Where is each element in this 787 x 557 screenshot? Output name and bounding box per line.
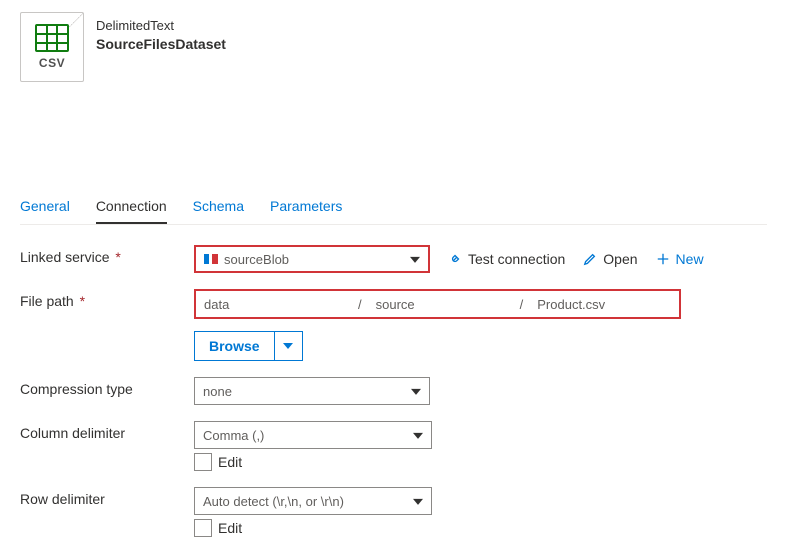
chevron-down-icon	[283, 343, 293, 349]
storage-icon	[204, 254, 218, 264]
required-asterisk: *	[115, 249, 120, 265]
label-file-path: File path *	[20, 289, 194, 309]
chevron-down-icon	[413, 499, 423, 505]
test-connection-button[interactable]: Test connection	[448, 251, 565, 267]
dataset-type: DelimitedText	[96, 18, 226, 33]
chevron-down-icon	[411, 389, 421, 395]
label-column-delimiter: Column delimiter	[20, 421, 194, 441]
row-delimiter-edit-label: Edit	[218, 520, 242, 536]
row-compression-type: Compression type none	[20, 377, 767, 405]
plus-icon	[656, 252, 670, 266]
folder-input[interactable]	[368, 291, 514, 317]
open-label: Open	[603, 251, 637, 267]
column-delimiter-edit-checkbox[interactable]	[194, 453, 212, 471]
label-row-delimiter: Row delimiter	[20, 487, 194, 507]
controls-linked-service: sourceBlob Test connection Open New	[194, 245, 767, 273]
plug-icon	[448, 252, 462, 266]
column-delimiter-edit: Edit	[194, 453, 432, 471]
tab-strip: General Connection Schema Parameters	[20, 192, 767, 225]
new-label: New	[676, 251, 704, 267]
csv-file-icon: CSV	[20, 12, 84, 82]
file-input[interactable]	[529, 291, 679, 317]
browse-button[interactable]: Browse	[194, 331, 275, 361]
tab-schema[interactable]: Schema	[193, 192, 244, 224]
row-column-delimiter: Column delimiter Comma (,) Edit	[20, 421, 767, 471]
grid-glyph	[35, 24, 69, 52]
chevron-down-icon	[410, 257, 420, 263]
column-delimiter-dropdown[interactable]: Comma (,)	[194, 421, 432, 449]
browse-group: Browse	[194, 331, 303, 361]
label-linked-service-text: Linked service	[20, 249, 110, 265]
controls-row-delimiter: Auto detect (\r,\n, or \r\n) Edit	[194, 487, 767, 537]
row-delimiter-dropdown[interactable]: Auto detect (\r,\n, or \r\n)	[194, 487, 432, 515]
new-button[interactable]: New	[656, 251, 704, 267]
linked-service-value: sourceBlob	[224, 252, 289, 267]
row-row-delimiter: Row delimiter Auto detect (\r,\n, or \r\…	[20, 487, 767, 537]
row-file-path: File path * / / Browse	[20, 289, 767, 361]
browse-dropdown-button[interactable]	[275, 331, 303, 361]
required-asterisk: *	[80, 293, 85, 309]
label-compression-type: Compression type	[20, 377, 194, 397]
tab-general[interactable]: General	[20, 192, 70, 224]
column-delimiter-stack: Comma (,) Edit	[194, 421, 432, 471]
path-separator: /	[352, 297, 368, 312]
chevron-down-icon	[413, 433, 423, 439]
pencil-icon	[583, 252, 597, 266]
row-linked-service: Linked service * sourceBlob Test connect…	[20, 245, 767, 273]
controls-column-delimiter: Comma (,) Edit	[194, 421, 767, 471]
compression-type-dropdown[interactable]: none	[194, 377, 430, 405]
controls-compression: none	[194, 377, 767, 405]
csv-badge: CSV	[39, 56, 65, 70]
tab-connection[interactable]: Connection	[96, 192, 167, 224]
container-input[interactable]	[196, 291, 352, 317]
row-delimiter-edit-checkbox[interactable]	[194, 519, 212, 537]
label-linked-service: Linked service *	[20, 245, 194, 265]
row-delimiter-stack: Auto detect (\r,\n, or \r\n) Edit	[194, 487, 432, 537]
file-path-group: / /	[194, 289, 681, 319]
linked-service-dropdown[interactable]: sourceBlob	[194, 245, 430, 273]
row-delimiter-edit: Edit	[194, 519, 432, 537]
test-connection-label: Test connection	[468, 251, 565, 267]
open-button[interactable]: Open	[583, 251, 637, 267]
tab-parameters[interactable]: Parameters	[270, 192, 342, 224]
header-text: DelimitedText SourceFilesDataset	[96, 12, 226, 52]
label-file-path-text: File path	[20, 293, 74, 309]
compression-type-value: none	[203, 384, 232, 399]
path-separator: /	[514, 297, 530, 312]
row-delimiter-value: Auto detect (\r,\n, or \r\n)	[203, 494, 344, 509]
column-delimiter-edit-label: Edit	[218, 454, 242, 470]
column-delimiter-value: Comma (,)	[203, 428, 264, 443]
controls-file-path: / / Browse	[194, 289, 767, 361]
dataset-header: CSV DelimitedText SourceFilesDataset	[20, 12, 767, 82]
dataset-name: SourceFilesDataset	[96, 36, 226, 52]
